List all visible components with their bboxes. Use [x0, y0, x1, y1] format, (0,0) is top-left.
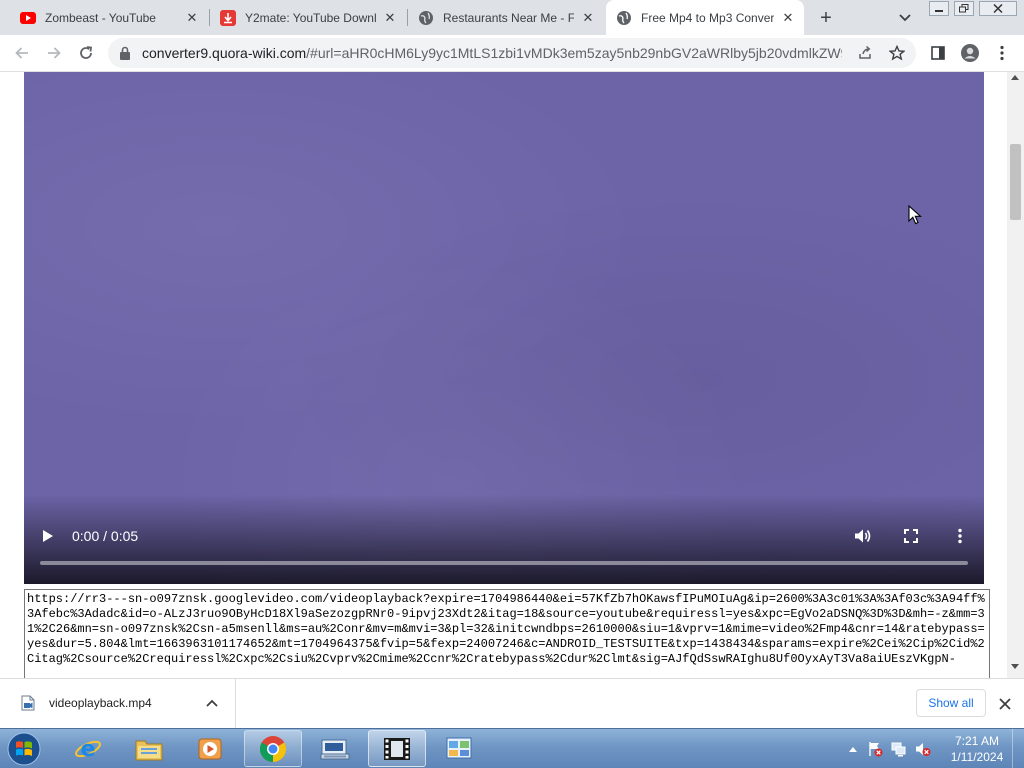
taskbar-media-player[interactable]	[181, 730, 239, 767]
show-all-downloads-button[interactable]: Show all	[916, 689, 986, 717]
kebab-menu-icon	[958, 528, 962, 544]
reload-icon	[80, 46, 93, 59]
media-player-icon	[198, 738, 222, 759]
scroll-up-arrow-icon[interactable]	[1011, 75, 1019, 80]
control-panel-icon	[446, 737, 472, 758]
lock-icon[interactable]	[118, 45, 132, 61]
downloads-bar: videoplayback.mp4 Show all	[0, 678, 1024, 728]
page-content: 0:00 / 0:05 https://rr3---sn-o097znsk.go…	[0, 72, 1007, 678]
browser-toolbar: converter9.quora-wiki.com/#url=aHR0cHM6L…	[0, 35, 1024, 72]
tab-restaurants[interactable]: Restaurants Near Me - Find ✕	[408, 0, 604, 35]
reload-button[interactable]	[73, 40, 99, 66]
clock-date[interactable]: 1/11/2024	[942, 750, 1012, 764]
show-hidden-icons-icon[interactable]	[845, 741, 861, 757]
tab-search-chevron-icon[interactable]	[895, 8, 915, 28]
scrollbar-thumb[interactable]	[1010, 144, 1021, 220]
url-path: /#url=aHR0cHM6Ly9yc1MtLS1zbi1vMDk3em5zay…	[306, 45, 842, 61]
video-options-button[interactable]	[950, 525, 970, 547]
kebab-menu-icon	[1000, 45, 1004, 61]
download-item[interactable]: videoplayback.mp4	[0, 679, 236, 728]
internet-explorer-icon: e	[75, 737, 101, 762]
video-controls-gradient	[24, 494, 984, 584]
tab-title: Restaurants Near Me - Find	[443, 10, 574, 25]
show-desktop-button[interactable]	[1012, 729, 1024, 768]
tab-title: Zombeast - YouTube	[45, 10, 156, 25]
address-bar[interactable]: converter9.quora-wiki.com/#url=aHR0cHM6L…	[108, 38, 916, 68]
close-tab-icon[interactable]: ✕	[780, 10, 796, 26]
volume-icon	[855, 529, 871, 543]
volume-muted-icon[interactable]	[915, 741, 931, 757]
minimize-window-button[interactable]	[929, 1, 949, 16]
film-icon	[384, 737, 410, 760]
keyboard-icon	[320, 739, 350, 759]
page-scrollbar[interactable]	[1007, 72, 1024, 678]
close-tab-icon[interactable]: ✕	[382, 10, 398, 26]
back-button[interactable]	[9, 40, 35, 66]
close-window-button[interactable]	[979, 1, 1017, 16]
close-tab-icon[interactable]: ✕	[184, 10, 200, 26]
tab-title: Y2mate: YouTube Downloader	[245, 10, 376, 25]
fullscreen-button[interactable]	[901, 526, 921, 546]
restore-window-button[interactable]	[954, 1, 974, 16]
bookmark-star-icon[interactable]	[888, 44, 906, 62]
play-button[interactable]	[38, 526, 58, 546]
scroll-down-arrow-icon[interactable]	[1011, 664, 1019, 669]
video-time: 0:00 / 0:05	[72, 528, 139, 544]
new-tab-button[interactable]: +	[815, 7, 837, 29]
tab-converter[interactable]: Free Mp4 to Mp3 Converter ✕	[606, 0, 804, 35]
taskbar-chrome[interactable]	[244, 730, 302, 767]
video-player[interactable]: 0:00 / 0:05	[24, 72, 984, 584]
forward-button[interactable]	[41, 40, 67, 66]
globe-icon	[616, 10, 632, 26]
tab-zombeast[interactable]: Zombeast - YouTube ✕	[10, 0, 208, 35]
start-button[interactable]	[4, 730, 44, 768]
url-host: converter9.quora-wiki.com	[142, 45, 307, 61]
side-panel-button[interactable]	[925, 40, 951, 66]
taskbar-control-panel[interactable]	[430, 730, 488, 767]
taskbar-on-screen-keyboard[interactable]	[306, 730, 364, 767]
browser-menu-button[interactable]	[989, 40, 1015, 66]
taskbar-internet-explorer[interactable]: e	[59, 730, 117, 767]
globe-icon	[418, 10, 434, 26]
file-icon	[21, 695, 35, 711]
profile-button[interactable]	[957, 40, 983, 66]
back-arrow-icon	[15, 47, 28, 59]
side-panel-icon	[931, 46, 945, 60]
tab-strip: Zombeast - YouTube ✕ Y2mate: YouTube Dow…	[0, 0, 1024, 35]
avatar-icon	[961, 44, 979, 62]
network-icon[interactable]	[891, 741, 907, 757]
youtube-icon	[20, 10, 36, 26]
forward-arrow-icon	[48, 47, 61, 59]
share-icon[interactable]	[856, 44, 874, 62]
windows-logo-icon	[7, 732, 41, 766]
chevron-up-icon[interactable]	[204, 695, 220, 711]
fullscreen-icon	[904, 529, 918, 543]
windows-taskbar: e 7:21 AM 1/11/2024	[0, 728, 1024, 768]
svg-text:e: e	[81, 737, 96, 762]
tab-y2mate[interactable]: Y2mate: YouTube Downloader ✕	[210, 0, 406, 35]
system-tray: 7:21 AM 1/11/2024	[842, 729, 1024, 768]
chrome-icon	[259, 735, 287, 762]
y2mate-icon	[220, 9, 236, 26]
tab-title: Free Mp4 to Mp3 Converter	[641, 10, 774, 25]
action-center-flag-icon[interactable]	[867, 741, 883, 757]
taskbar-video-editor[interactable]	[368, 730, 426, 767]
close-downloads-bar-icon[interactable]	[996, 695, 1014, 713]
close-tab-icon[interactable]: ✕	[580, 10, 596, 26]
url-text[interactable]: converter9.quora-wiki.com/#url=aHR0cHM6L…	[142, 45, 842, 61]
clock-time[interactable]: 7:21 AM	[947, 734, 1007, 748]
video-url-textbox[interactable]: https://rr3---sn-o097znsk.googlevideo.co…	[24, 589, 990, 678]
video-progress-bar[interactable]	[40, 561, 968, 565]
download-file-name: videoplayback.mp4	[49, 696, 152, 710]
play-icon	[43, 530, 53, 542]
taskbar-file-explorer[interactable]	[120, 730, 178, 767]
mouse-cursor-icon	[908, 204, 922, 225]
file-explorer-icon	[135, 740, 163, 760]
volume-button[interactable]	[852, 525, 874, 547]
